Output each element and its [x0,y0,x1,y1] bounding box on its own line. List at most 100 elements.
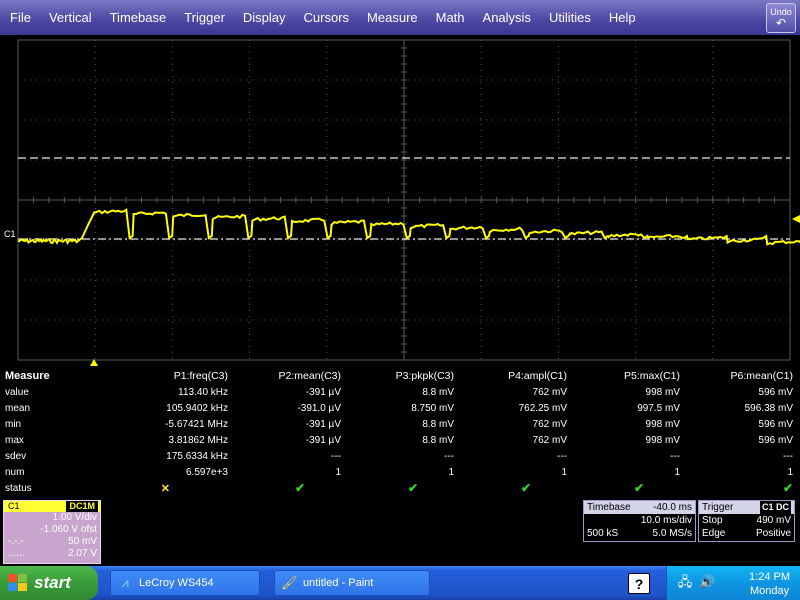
c1-scale-row: 1.00 V/div [4,512,100,524]
measure-cell: 762 mV [532,434,567,446]
trigger-descriptor[interactable]: Trigger C1 DC Stop 490 mV Edge Positive [698,500,795,542]
trigger-level-marker[interactable] [792,215,800,223]
status-check-icon: ✔ [407,481,418,495]
measure-status-cell: ✔ [454,480,567,496]
timebase-descriptor[interactable]: Timebase -40.0 ms 10.0 ms/div 500 kS 5.0… [583,500,696,542]
scope-display[interactable]: C1 [0,35,800,368]
measure-row-label: num [5,466,25,478]
menu-bar: File Vertical Timebase Trigger Display C… [0,0,800,35]
task-lecroy-label: LeCroy WS454 [139,577,214,589]
menu-vertical[interactable]: Vertical [40,0,101,35]
measure-header-row: Measure P1:freq(C3) P2:mean(C3) P3:pkpk(… [0,368,800,384]
volume-icon[interactable]: 🔊 [699,574,715,590]
measure-cell: 762 mV [532,386,567,398]
c1-descriptor[interactable]: C1 DC1M 1.00 V/div -1.060 V ofst -.-.- 50… [3,500,101,564]
measure-cell: 3.81862 MHz [168,434,228,446]
task-lecroy[interactable]: ⩘ LeCroy WS454 [110,570,260,596]
status-check-icon: ✔ [294,481,305,495]
waveform-grid: C1 [4,39,800,366]
trigger-title: Trigger [702,502,734,513]
timebase-row2: 10.0 ms/div [584,514,695,527]
menu-math[interactable]: Math [427,0,474,35]
measure-table: Measure P1:freq(C3) P2:mean(C3) P3:pkpk(… [0,368,800,498]
measure-cell: 8.8 mV [422,434,454,446]
c1-row3-right: 50 mV [68,536,97,547]
c1-channel-marker[interactable]: C1 [4,229,16,239]
c1-name: C1 [8,501,20,511]
menu-measure[interactable]: Measure [358,0,427,35]
measure-cell: 1 [674,466,680,478]
c1-scale: 1.00 V/div [52,512,97,523]
menu-file[interactable]: File [0,0,40,35]
task-paint[interactable]: 🖌 untitled - Paint [274,570,430,596]
measure-cell: 6.597e+3 [186,466,228,478]
measure-cell: --- [557,450,567,462]
measure-cell: 998 mV [645,434,680,446]
c1-row4-right: 2.07 V [68,548,97,559]
trigger-level: 490 mV [756,515,791,526]
measure-cell: --- [670,450,680,462]
menu-trigger[interactable]: Trigger [175,0,234,35]
windows-flag-icon [8,574,28,592]
system-tray: 🖧 🔊 1:24 PM Monday [666,566,800,600]
timebase-header: Timebase -40.0 ms [584,501,695,514]
trigger-header: Trigger C1 DC [699,501,794,514]
lecroy-app-icon: ⩘ [121,575,129,590]
measure-cell: 596 mV [758,386,793,398]
status-check-icon: ✔ [782,481,793,495]
param-p3-header[interactable]: P3:pkpk(C3) [341,368,454,384]
measure-rows: value 113.40 kHz -391 µV 8.8 mV 762 mV 998 mV… [0,384,800,496]
measure-cell: 762.25 mV [518,402,567,414]
undo-button[interactable]: Undo ↶ [766,3,796,33]
menu-timebase[interactable]: Timebase [101,0,176,35]
c1-offset-row: -1.060 V ofst [4,524,100,536]
timebase-delay: -40.0 ms [653,502,692,513]
start-button[interactable]: start [0,566,98,600]
measure-row-value: value 113.40 kHz -391 µV 8.8 mV 762 mV 998 mV… [0,384,800,400]
clock-day: Monday [749,585,790,597]
measure-cell: 596 mV [758,434,793,446]
c1-row4-left: ...... [8,548,25,559]
measure-cell: 596 mV [758,418,793,430]
trigger-slope: Positive [755,528,791,539]
measure-cell: 8.8 mV [422,386,454,398]
measure-cell: -391.0 µV [297,402,341,414]
trigger-row3: Edge Positive [699,527,794,540]
measure-cell: -391 µV [305,386,341,398]
network-icon[interactable]: 🖧 [677,574,693,590]
menu-help[interactable]: Help [600,0,645,35]
measure-row-label: sdev [5,450,27,462]
trigger-mode: Stop [702,515,723,526]
param-p1-header[interactable]: P1:freq(C3) [50,368,228,384]
measure-row-max: max 3.81862 MHz -391 µV 8.8 mV 762 mV 998 mV 5… [0,432,800,448]
measure-cell: 8.8 mV [422,418,454,430]
param-p4-header[interactable]: P4:ampl(C1) [454,368,567,384]
measure-status-cell: ✔ [567,480,680,496]
param-p2-header[interactable]: P2:mean(C3) [228,368,341,384]
c1-row3: -.-.- 50 mV [4,536,100,548]
measure-cell: 8.750 mV [411,402,454,414]
param-p5-header[interactable]: P5:max(C1) [567,368,680,384]
timebase-per-div: 10.0 ms/div [640,515,692,526]
measure-row-label: max [5,434,24,446]
menu-display[interactable]: Display [234,0,295,35]
menu-cursors[interactable]: Cursors [295,0,359,35]
grid [17,39,791,361]
measure-row-sdev: sdev 175.6334 kHz --- --- --- --- --- [0,448,800,464]
measure-cell: 1 [335,466,341,478]
clock-time: 1:24 PM [749,571,790,583]
param-p6-header[interactable]: P6:mean(C1) [680,368,800,384]
timebase-rate: 5.0 MS/s [652,528,692,539]
clock[interactable]: 1:24 PM Monday [749,570,790,598]
measure-cell: 1 [787,466,793,478]
status-cross-icon: ✕ [160,482,170,495]
task-paint-label: untitled - Paint [303,577,374,589]
measure-status-cell: ✔ [680,480,800,496]
menu-utilities[interactable]: Utilities [540,0,600,35]
measure-cell: 105.9402 kHz [166,402,228,414]
measure-cell: --- [444,450,454,462]
help-icon[interactable]: ? [628,573,650,594]
measure-cell: --- [783,450,793,462]
menu-analysis[interactable]: Analysis [474,0,540,35]
timebase-samples: 500 kS [587,528,619,539]
